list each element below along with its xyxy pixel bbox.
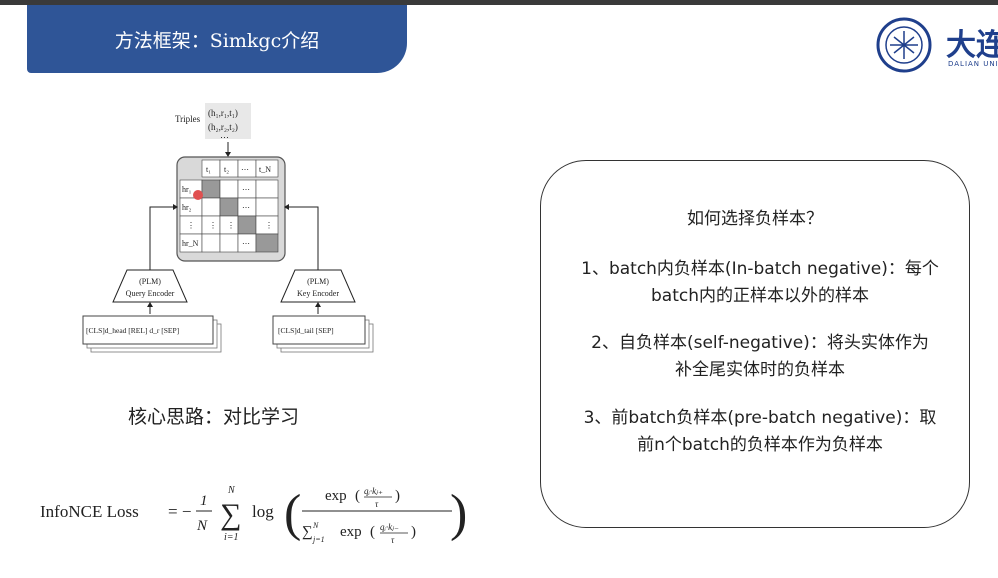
core-idea-caption: 核心思路：对比学习 bbox=[128, 406, 300, 428]
triple-1: (h₁,r₁,t₁) bbox=[208, 108, 238, 118]
svg-text:exp: exp bbox=[340, 524, 362, 540]
row-header: hr₂ bbox=[182, 203, 192, 212]
svg-text:τ: τ bbox=[375, 499, 379, 509]
svg-text:⋯: ⋯ bbox=[242, 185, 250, 194]
svg-text:qᵢ·kⱼ₋: qᵢ·kⱼ₋ bbox=[380, 522, 399, 532]
svg-text:N: N bbox=[312, 521, 319, 530]
row-header: hr_N bbox=[182, 239, 199, 248]
triples-dots: ⋯ bbox=[220, 132, 229, 142]
svg-text:log: log bbox=[252, 502, 274, 521]
key-input-text: [CLS]d_tail [SEP] bbox=[278, 326, 334, 335]
svg-text:⋮: ⋮ bbox=[209, 221, 217, 230]
svg-text:): ) bbox=[411, 524, 416, 540]
svg-text:(: ( bbox=[355, 488, 360, 504]
negative-type-item: 2、自负样本(self-negative)：将头实体作为 补全尾实体时的负样本 bbox=[591, 333, 929, 380]
svg-text:⋯: ⋯ bbox=[242, 203, 250, 212]
svg-text:j=1: j=1 bbox=[312, 535, 325, 544]
infonce-formula: InfoNCE Loss = − 1 N N ∑ i=1 log ( exp (… bbox=[40, 485, 467, 545]
svg-text:exp: exp bbox=[325, 488, 347, 504]
svg-text:qᵢ·kⱼ₊: qᵢ·kⱼ₊ bbox=[364, 486, 383, 496]
svg-text:τ: τ bbox=[391, 535, 395, 545]
svg-text:⋯: ⋯ bbox=[242, 239, 250, 248]
box-question: 如何选择负样本？ bbox=[687, 209, 823, 229]
svg-text:= −: = − bbox=[168, 502, 191, 521]
row-header: ⋮ bbox=[187, 221, 195, 230]
query-encoder-label: Query Encoder bbox=[126, 289, 175, 298]
svg-text:∑: ∑ bbox=[302, 524, 313, 540]
svg-text:⋮: ⋮ bbox=[265, 221, 273, 230]
negative-type-item: 1、batch内负样本(In-batch negative)：每个 batch内… bbox=[581, 259, 939, 306]
svg-text:): ) bbox=[395, 488, 400, 504]
col-header: t₁ bbox=[206, 165, 211, 174]
svg-text:): ) bbox=[450, 485, 467, 542]
col-header: ⋯ bbox=[241, 165, 249, 174]
col-header: t₂ bbox=[224, 165, 229, 174]
svg-text:1: 1 bbox=[200, 493, 208, 509]
cursor-marker bbox=[193, 190, 203, 200]
formula-label: InfoNCE Loss bbox=[40, 502, 139, 521]
logo-name: 大连 bbox=[946, 28, 998, 63]
svg-text:(: ( bbox=[284, 485, 301, 542]
logo-subtitle: DALIAN UNIV bbox=[948, 60, 998, 68]
slide-title: 方法框架：Simkgc介绍 bbox=[27, 5, 407, 73]
query-encoder-plm: (PLM) bbox=[139, 277, 161, 286]
triples-label: Triples bbox=[175, 114, 201, 124]
svg-text:(: ( bbox=[370, 524, 375, 540]
negative-type-item: 3、前batch负样本(pre-batch negative)：取 前n个bat… bbox=[583, 408, 937, 455]
svg-text:∑: ∑ bbox=[220, 498, 241, 531]
svg-text:N: N bbox=[227, 485, 236, 496]
col-header: t_N bbox=[259, 165, 271, 174]
key-encoder-plm: (PLM) bbox=[307, 277, 329, 286]
triple-2: (h₂,r₂,t₂) bbox=[208, 122, 238, 132]
svg-text:⋮: ⋮ bbox=[227, 221, 235, 230]
key-encoder-label: Key Encoder bbox=[297, 289, 339, 298]
svg-text:N: N bbox=[196, 518, 208, 534]
row-header: hr₁ bbox=[182, 185, 192, 194]
simkgc-architecture-diagram: Triples (h₁,r₁,t₁) (h₂,r₂,t₂) ⋯ t₁ t₂ ⋯ … bbox=[82, 103, 374, 353]
svg-text:i=1: i=1 bbox=[224, 532, 239, 543]
query-input-text: [CLS]d_head [REL] d_r [SEP] bbox=[86, 326, 179, 335]
